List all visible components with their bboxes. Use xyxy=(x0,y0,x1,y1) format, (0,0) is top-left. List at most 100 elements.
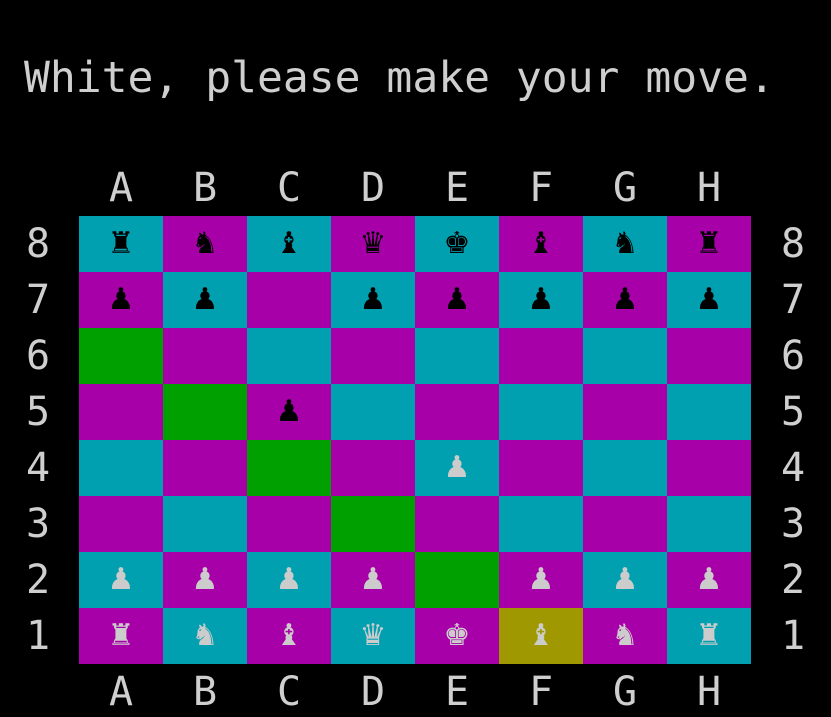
file-label: H xyxy=(696,669,722,715)
white-rook-icon[interactable]: ♜ xyxy=(696,621,723,651)
square-b3[interactable] xyxy=(163,496,247,552)
white-pawn-icon[interactable]: ♟ xyxy=(192,565,219,595)
black-rook-icon[interactable]: ♜ xyxy=(108,229,135,259)
square-b2[interactable]: ♟ xyxy=(163,552,247,608)
white-knight-icon[interactable]: ♞ xyxy=(192,621,219,651)
rank-label: 8 xyxy=(25,221,51,267)
square-a3[interactable] xyxy=(79,496,163,552)
square-e5[interactable] xyxy=(415,384,499,440)
square-e4[interactable]: ♟ xyxy=(415,440,499,496)
square-c3[interactable] xyxy=(247,496,331,552)
square-a5[interactable] xyxy=(79,384,163,440)
square-c5[interactable]: ♟ xyxy=(247,384,331,440)
square-g8[interactable]: ♞ xyxy=(583,216,667,272)
black-bishop-icon[interactable]: ♝ xyxy=(528,229,555,259)
square-h7[interactable]: ♟ xyxy=(667,272,751,328)
square-c1[interactable]: ♝ xyxy=(247,608,331,664)
square-c8[interactable]: ♝ xyxy=(247,216,331,272)
black-queen-icon[interactable]: ♛ xyxy=(360,229,387,259)
square-a2[interactable]: ♟ xyxy=(79,552,163,608)
black-knight-icon[interactable]: ♞ xyxy=(192,229,219,259)
square-f5[interactable] xyxy=(499,384,583,440)
rank-label: 5 xyxy=(25,389,51,435)
black-pawn-icon[interactable]: ♟ xyxy=(528,285,555,315)
square-c2[interactable]: ♟ xyxy=(247,552,331,608)
white-pawn-icon[interactable]: ♟ xyxy=(696,565,723,595)
square-b8[interactable]: ♞ xyxy=(163,216,247,272)
white-knight-icon[interactable]: ♞ xyxy=(612,621,639,651)
square-e8[interactable]: ♚ xyxy=(415,216,499,272)
black-pawn-icon[interactable]: ♟ xyxy=(192,285,219,315)
square-e2[interactable] xyxy=(415,552,499,608)
square-c7[interactable] xyxy=(247,272,331,328)
white-pawn-icon[interactable]: ♟ xyxy=(612,565,639,595)
square-h1[interactable]: ♜ xyxy=(667,608,751,664)
square-f1[interactable]: ♝ xyxy=(499,608,583,664)
white-pawn-icon[interactable]: ♟ xyxy=(444,453,471,483)
white-king-icon[interactable]: ♚ xyxy=(444,621,471,651)
square-f7[interactable]: ♟ xyxy=(499,272,583,328)
square-b7[interactable]: ♟ xyxy=(163,272,247,328)
square-c4[interactable] xyxy=(247,440,331,496)
square-a8[interactable]: ♜ xyxy=(79,216,163,272)
square-a1[interactable]: ♜ xyxy=(79,608,163,664)
white-pawn-icon[interactable]: ♟ xyxy=(276,565,303,595)
white-rook-icon[interactable]: ♜ xyxy=(108,621,135,651)
square-h4[interactable] xyxy=(667,440,751,496)
black-pawn-icon[interactable]: ♟ xyxy=(444,285,471,315)
square-d3[interactable] xyxy=(331,496,415,552)
square-e3[interactable] xyxy=(415,496,499,552)
black-pawn-icon[interactable]: ♟ xyxy=(612,285,639,315)
square-f8[interactable]: ♝ xyxy=(499,216,583,272)
file-label: D xyxy=(360,669,386,715)
square-f4[interactable] xyxy=(499,440,583,496)
square-g2[interactable]: ♟ xyxy=(583,552,667,608)
black-rook-icon[interactable]: ♜ xyxy=(696,229,723,259)
square-f6[interactable] xyxy=(499,328,583,384)
square-d4[interactable] xyxy=(331,440,415,496)
white-bishop-icon[interactable]: ♝ xyxy=(276,621,303,651)
square-f3[interactable] xyxy=(499,496,583,552)
square-g4[interactable] xyxy=(583,440,667,496)
square-g1[interactable]: ♞ xyxy=(583,608,667,664)
square-d1[interactable]: ♛ xyxy=(331,608,415,664)
black-king-icon[interactable]: ♚ xyxy=(444,229,471,259)
square-d8[interactable]: ♛ xyxy=(331,216,415,272)
square-c6[interactable] xyxy=(247,328,331,384)
square-a4[interactable] xyxy=(79,440,163,496)
white-queen-icon[interactable]: ♛ xyxy=(360,621,387,651)
square-f2[interactable]: ♟ xyxy=(499,552,583,608)
square-h5[interactable] xyxy=(667,384,751,440)
square-d7[interactable]: ♟ xyxy=(331,272,415,328)
square-a6[interactable] xyxy=(79,328,163,384)
square-d2[interactable]: ♟ xyxy=(331,552,415,608)
square-g6[interactable] xyxy=(583,328,667,384)
black-pawn-icon[interactable]: ♟ xyxy=(360,285,387,315)
white-pawn-icon[interactable]: ♟ xyxy=(528,565,555,595)
square-h6[interactable] xyxy=(667,328,751,384)
white-pawn-icon[interactable]: ♟ xyxy=(108,565,135,595)
square-b5[interactable] xyxy=(163,384,247,440)
square-e6[interactable] xyxy=(415,328,499,384)
square-g7[interactable]: ♟ xyxy=(583,272,667,328)
black-bishop-icon[interactable]: ♝ xyxy=(276,229,303,259)
square-a7[interactable]: ♟ xyxy=(79,272,163,328)
square-g3[interactable] xyxy=(583,496,667,552)
square-e7[interactable]: ♟ xyxy=(415,272,499,328)
black-knight-icon[interactable]: ♞ xyxy=(612,229,639,259)
black-pawn-icon[interactable]: ♟ xyxy=(108,285,135,315)
square-g5[interactable] xyxy=(583,384,667,440)
black-pawn-icon[interactable]: ♟ xyxy=(276,397,303,427)
square-h2[interactable]: ♟ xyxy=(667,552,751,608)
black-pawn-icon[interactable]: ♟ xyxy=(696,285,723,315)
square-d5[interactable] xyxy=(331,384,415,440)
square-d6[interactable] xyxy=(331,328,415,384)
white-pawn-icon[interactable]: ♟ xyxy=(360,565,387,595)
square-h8[interactable]: ♜ xyxy=(667,216,751,272)
square-b4[interactable] xyxy=(163,440,247,496)
square-h3[interactable] xyxy=(667,496,751,552)
white-bishop-icon[interactable]: ♝ xyxy=(528,621,555,651)
square-b6[interactable] xyxy=(163,328,247,384)
square-b1[interactable]: ♞ xyxy=(163,608,247,664)
square-e1[interactable]: ♚ xyxy=(415,608,499,664)
